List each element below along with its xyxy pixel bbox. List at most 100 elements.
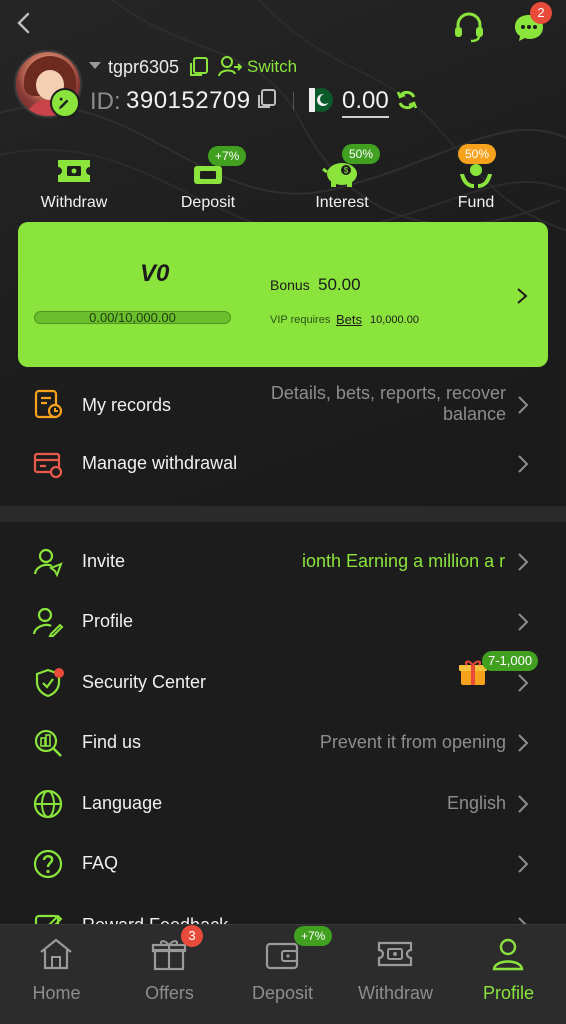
nav-profile[interactable]: Profile: [452, 925, 565, 1024]
quick-action-label: Interest: [315, 194, 369, 211]
nav-withdraw[interactable]: Withdraw: [339, 925, 452, 1024]
offers-badge: 3: [181, 925, 203, 947]
globe-icon: [33, 789, 63, 819]
vip-requires-label: VIP requires: [270, 314, 331, 326]
deposit-nav-badge: +7%: [294, 926, 333, 946]
chevron-right-icon: [518, 795, 529, 813]
nav-label: Profile: [482, 983, 535, 1003]
menu-my-records[interactable]: My records Details, bets, reports, recov…: [0, 376, 566, 434]
user-icon: [492, 938, 524, 971]
header-divider: [293, 92, 294, 110]
wallet-icon: [265, 942, 299, 970]
username: tgpr6305: [108, 57, 180, 77]
bottom-navigation: Home 3 Offers +7% Deposit Withdraw Profi…: [0, 924, 566, 1024]
fund-hands-icon: [460, 164, 492, 188]
profile-edit-icon: [32, 607, 64, 637]
vip-card[interactable]: V0 0.00/10,000.00 Bonus 50.00 VIP requir…: [18, 222, 548, 367]
menu-profile[interactable]: Profile: [0, 594, 566, 650]
menu-security-center[interactable]: Security Center: [0, 655, 566, 711]
question-icon: [33, 849, 63, 879]
vip-level: V0: [140, 260, 170, 287]
nav-label: Offers: [145, 983, 194, 1003]
invite-icon: [33, 548, 63, 578]
vip-bets-link[interactable]: Bets: [336, 312, 362, 327]
svg-text:$: $: [344, 166, 349, 175]
quick-action-label: Withdraw: [40, 194, 108, 211]
pencil-icon: [58, 97, 69, 110]
menu-label: Reward Feedback: [82, 915, 228, 924]
interest-rate-badge: 50%: [342, 144, 381, 164]
find-us-icon: [34, 729, 62, 757]
deposit-bonus-badge: +7%: [208, 146, 247, 166]
menu-label: Profile: [82, 611, 134, 631]
records-description-line2: balance: [442, 404, 506, 424]
menu-label: Find us: [82, 732, 142, 752]
profile-header: 2 tgpr6305 Switch ID: 390152709 0.00 Wit…: [0, 0, 566, 506]
switch-account-button[interactable]: Switch: [247, 57, 297, 77]
chevron-right-icon: [518, 613, 529, 631]
menu-label: Language: [82, 793, 163, 813]
quick-action-label: Fund: [457, 194, 495, 211]
messages-badge: 2: [530, 2, 552, 24]
nav-label: Home: [32, 983, 81, 1003]
feedback-icon: [34, 914, 63, 924]
edit-avatar-button[interactable]: [50, 88, 80, 118]
withdraw-ticket-icon: [58, 160, 90, 182]
withdraw-ticket-icon: [377, 941, 413, 967]
copy-username-icon[interactable]: [188, 56, 210, 78]
menu-manage-withdrawal[interactable]: Manage withdrawal: [0, 436, 566, 492]
refresh-icon[interactable]: [396, 89, 418, 111]
menu-label: Invite: [82, 551, 126, 571]
copy-id-icon[interactable]: [256, 88, 278, 110]
chevron-right-icon: [518, 553, 529, 571]
menu-label: My records: [82, 395, 172, 415]
menu-faq[interactable]: FAQ: [0, 836, 566, 892]
chevron-right-icon: [518, 396, 529, 414]
settings-menu: Invite ionth Earning a million a r Profi…: [0, 522, 566, 924]
nav-label: Withdraw: [357, 983, 433, 1003]
gift-box-icon: [151, 940, 187, 971]
vip-requires-amount: 10,000.00: [370, 314, 419, 326]
menu-label: Manage withdrawal: [82, 453, 238, 473]
pakistan-flag-icon: [309, 88, 333, 112]
menu-invite[interactable]: Invite ionth Earning a million a r: [0, 534, 566, 590]
chevron-right-icon: [518, 455, 529, 473]
vip-bonus-label: Bonus: [270, 277, 310, 293]
menu-language[interactable]: Language English: [0, 776, 566, 832]
switch-account-icon[interactable]: [217, 54, 243, 80]
id-label: ID:: [90, 88, 121, 115]
menu-label: FAQ: [82, 853, 119, 873]
menu-value: Details, bets, reports, recover balance: [271, 383, 506, 425]
nav-deposit[interactable]: +7% Deposit: [226, 925, 339, 1024]
records-description-line1: Details, bets, reports, recover: [270, 383, 506, 403]
quick-action-label: Deposit: [180, 194, 236, 211]
chevron-right-icon: [518, 855, 529, 873]
vip-bonus-value: 50.00: [318, 275, 361, 294]
records-icon: [34, 389, 63, 419]
chevron-right-icon: [518, 917, 527, 924]
nav-label: Deposit: [251, 983, 314, 1003]
headset-icon[interactable]: [452, 10, 486, 44]
menu-value: Prevent it from opening: [319, 732, 506, 752]
vip-progress-text: 0.00/10,000.00: [89, 310, 176, 325]
security-reward-badge: 7-1,000: [482, 651, 539, 671]
fund-rate-badge: 50%: [458, 144, 497, 164]
manage-withdrawal-icon: [33, 452, 63, 479]
menu-value: English: [446, 793, 506, 813]
nav-home[interactable]: Home: [0, 925, 113, 1024]
user-id: 390152709: [126, 87, 251, 114]
section-divider: [0, 506, 566, 522]
invite-marquee: ionth Earning a million a r: [302, 551, 506, 571]
chevron-right-icon: [518, 734, 529, 752]
account-dropdown-caret[interactable]: [89, 62, 101, 69]
menu-reward-feedback[interactable]: Reward Feedback: [0, 898, 566, 924]
chevron-right-icon: [518, 674, 529, 692]
wallet-balance: 0.00: [342, 87, 389, 118]
chevron-left-icon[interactable]: [12, 10, 36, 36]
chevron-right-icon: [517, 288, 528, 304]
menu-label: Security Center: [82, 672, 207, 692]
nav-offers[interactable]: 3 Offers: [113, 925, 226, 1024]
home-icon: [40, 938, 72, 970]
shield-check-icon: [35, 668, 64, 698]
menu-find-us[interactable]: Find us Prevent it from opening: [0, 715, 566, 771]
